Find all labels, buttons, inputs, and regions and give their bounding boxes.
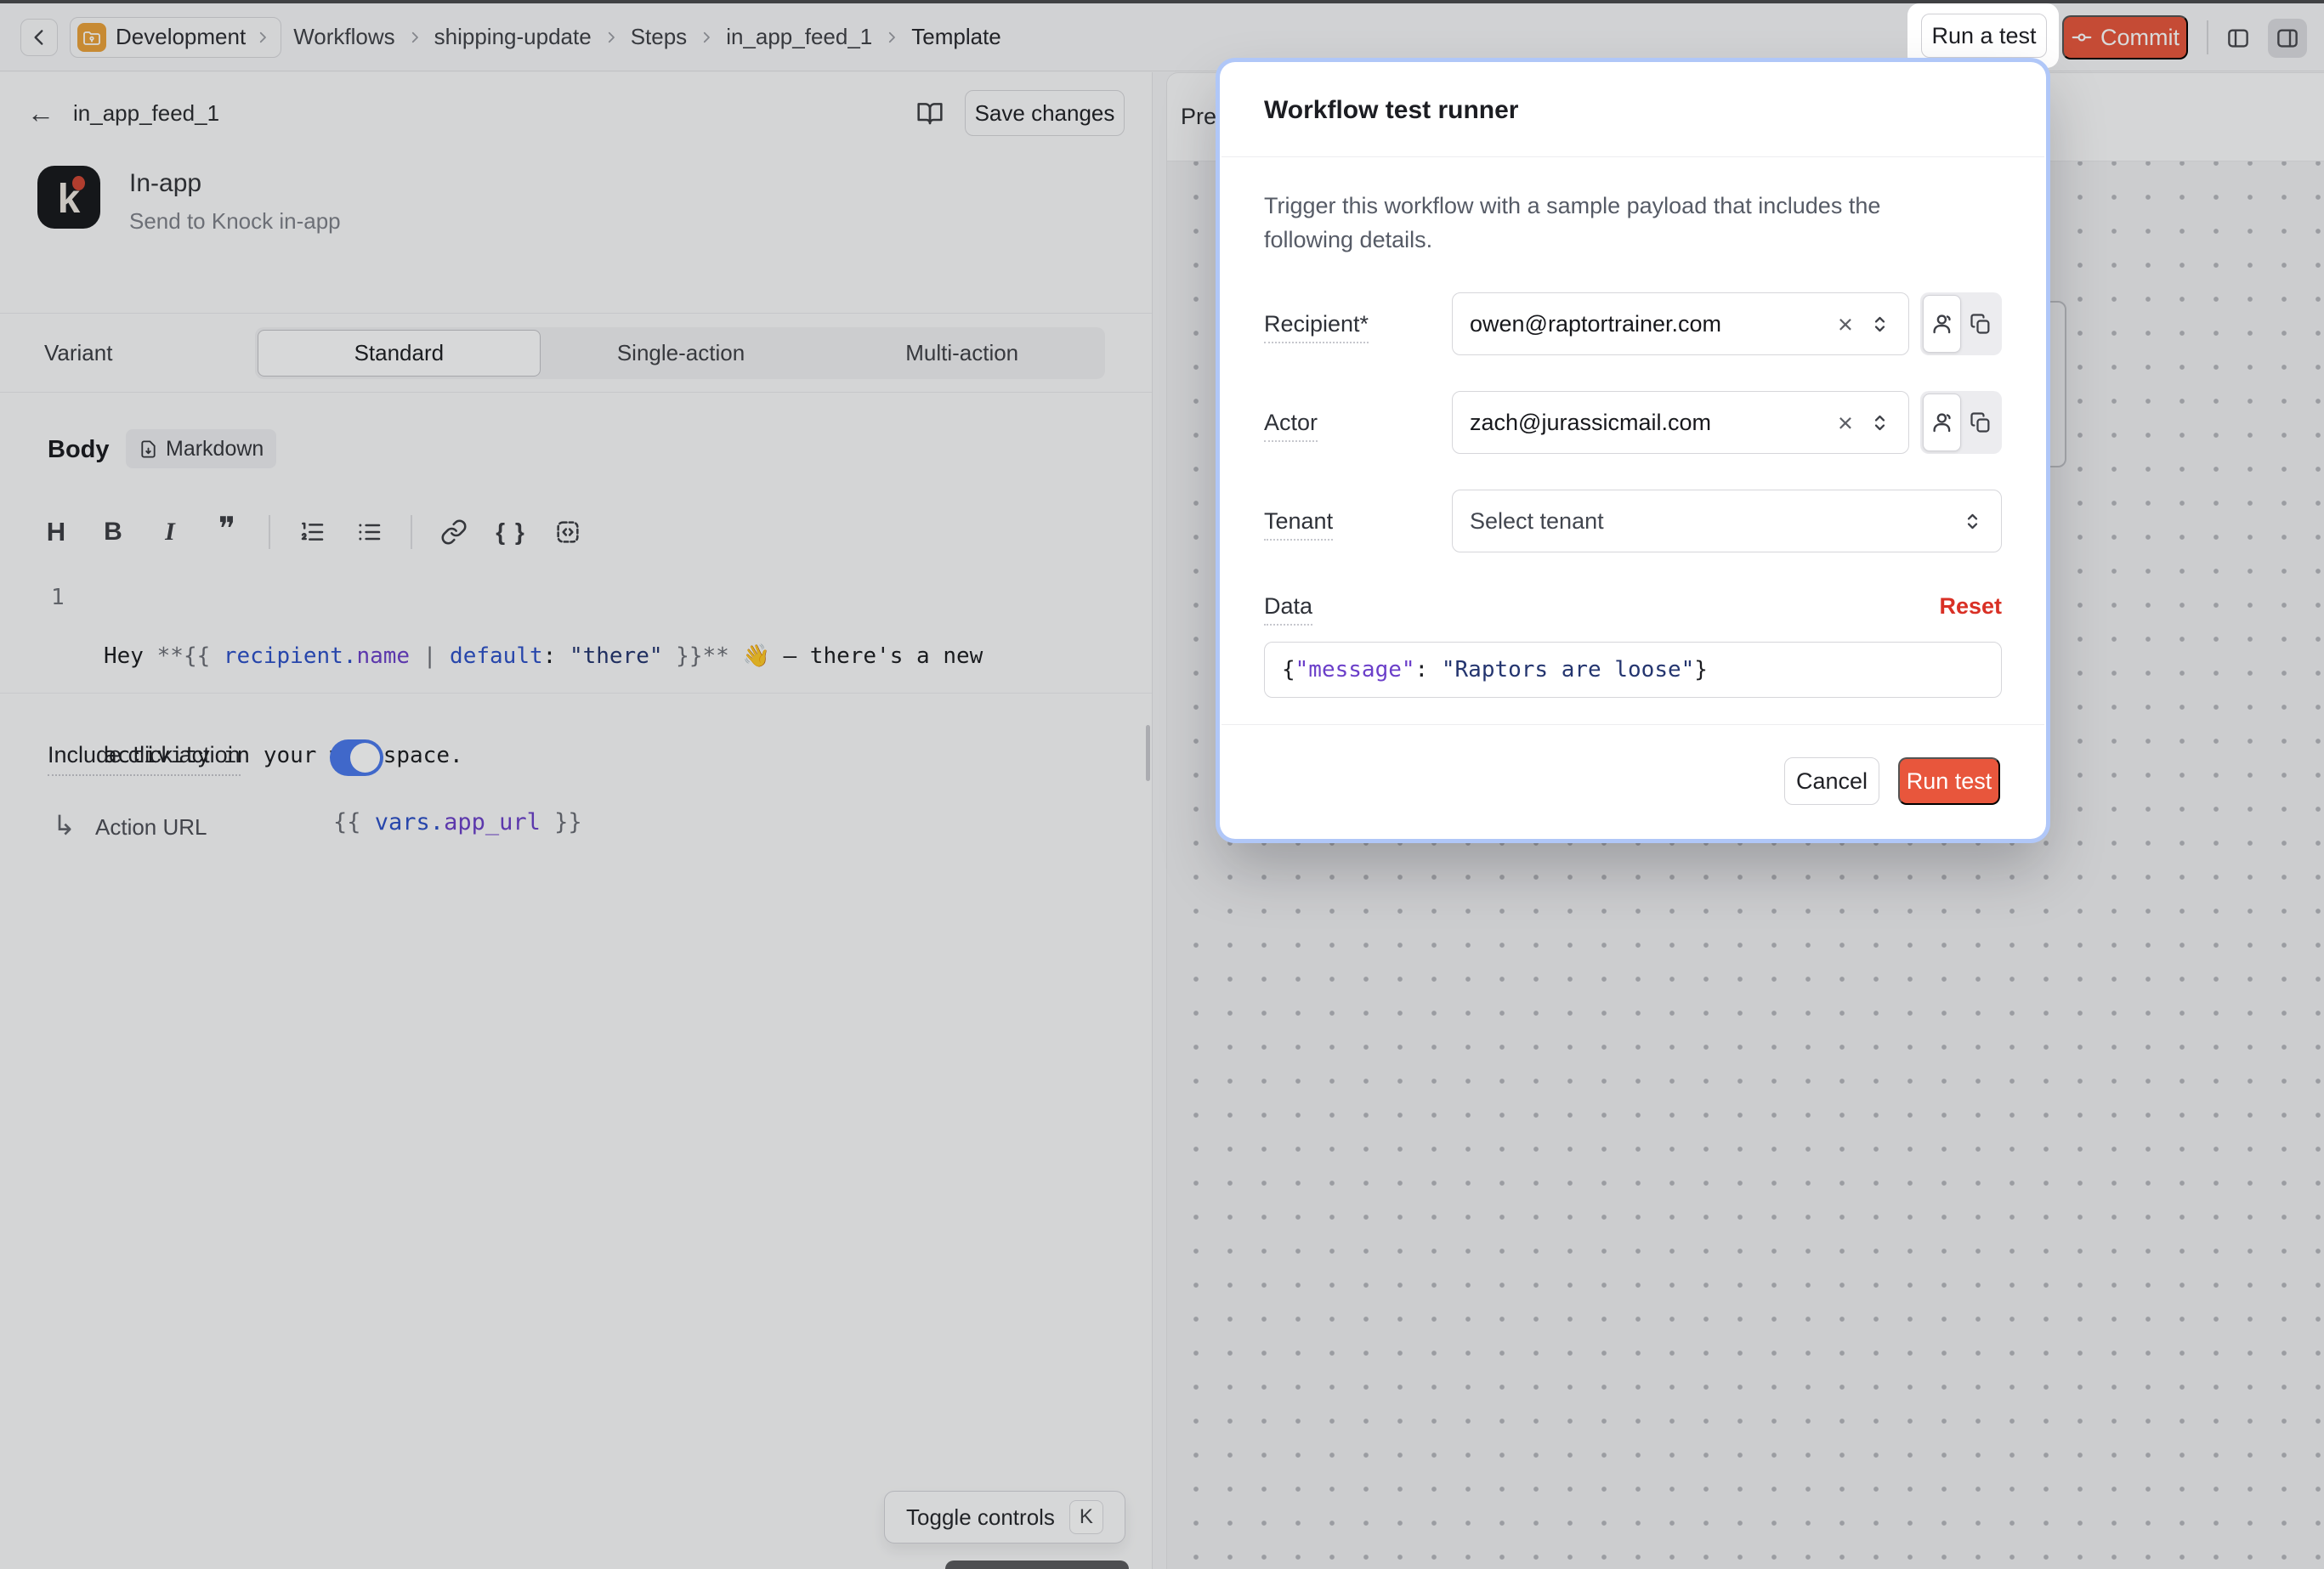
- actor-label: Actor: [1264, 410, 1452, 436]
- clear-actor-icon[interactable]: ×: [1838, 410, 1853, 436]
- modal-footer: Cancel Run test: [1222, 724, 2044, 837]
- recipient-label: Recipient*: [1264, 311, 1452, 337]
- workflow-test-runner-modal: Workflow test runner Trigger this workfl…: [1222, 64, 2044, 837]
- chevrons-up-down-icon: [1868, 411, 1891, 434]
- actor-mode-group: [1920, 391, 2002, 454]
- actor-label-text: Actor: [1264, 410, 1318, 442]
- modal-description: Trigger this workflow with a sample payl…: [1264, 189, 1927, 257]
- tenant-select[interactable]: Select tenant: [1452, 490, 2002, 552]
- chevrons-up-down-icon: [1961, 510, 1984, 533]
- recipient-select[interactable]: owen@raptortrainer.com ×: [1452, 292, 1909, 355]
- reset-data-link[interactable]: Reset: [1939, 593, 2002, 620]
- modal-body: Trigger this workflow with a sample payl…: [1222, 158, 2044, 698]
- run-a-test-button[interactable]: Run a test: [1921, 14, 2047, 58]
- data-label-text: Data: [1264, 593, 1312, 626]
- user-icon: [1930, 311, 1955, 337]
- recipient-field-row: Recipient* owen@raptortrainer.com ×: [1264, 292, 2002, 355]
- cancel-button[interactable]: Cancel: [1784, 757, 1879, 805]
- run-test-button[interactable]: Run test: [1898, 757, 2000, 805]
- copy-icon: [1969, 312, 1992, 336]
- tenant-label-text: Tenant: [1264, 508, 1333, 541]
- actor-user-picker-button[interactable]: [1923, 394, 1961, 451]
- modal-title: Workflow test runner: [1264, 96, 1518, 125]
- tenant-placeholder: Select tenant: [1470, 508, 1961, 535]
- recipient-json-copy-button[interactable]: [1961, 295, 1999, 353]
- recipient-user-picker-button[interactable]: [1923, 295, 1961, 353]
- tenant-field-row: Tenant Select tenant: [1264, 490, 2002, 552]
- copy-icon: [1969, 411, 1992, 434]
- app-window: Development Workflows shipping-update St…: [0, 0, 2324, 1569]
- actor-value: zach@jurassicmail.com: [1470, 410, 1831, 436]
- data-json-input[interactable]: {"message": "Raptors are loose"}: [1264, 642, 2002, 698]
- modal-header: Workflow test runner: [1222, 64, 2044, 157]
- chevrons-up-down-icon: [1868, 313, 1891, 336]
- actor-select[interactable]: zach@jurassicmail.com ×: [1452, 391, 1909, 454]
- recipient-mode-group: [1920, 292, 2002, 355]
- actor-json-copy-button[interactable]: [1961, 394, 1999, 451]
- data-label: Data: [1264, 593, 1452, 620]
- actor-field-row: Actor zach@jurassicmail.com ×: [1264, 391, 2002, 454]
- data-header-row: Data Reset: [1264, 593, 2002, 620]
- recipient-label-text: Recipient*: [1264, 311, 1369, 343]
- clear-recipient-icon[interactable]: ×: [1838, 311, 1853, 337]
- tenant-label: Tenant: [1264, 508, 1452, 535]
- recipient-value: owen@raptortrainer.com: [1470, 311, 1831, 337]
- user-icon: [1930, 410, 1955, 435]
